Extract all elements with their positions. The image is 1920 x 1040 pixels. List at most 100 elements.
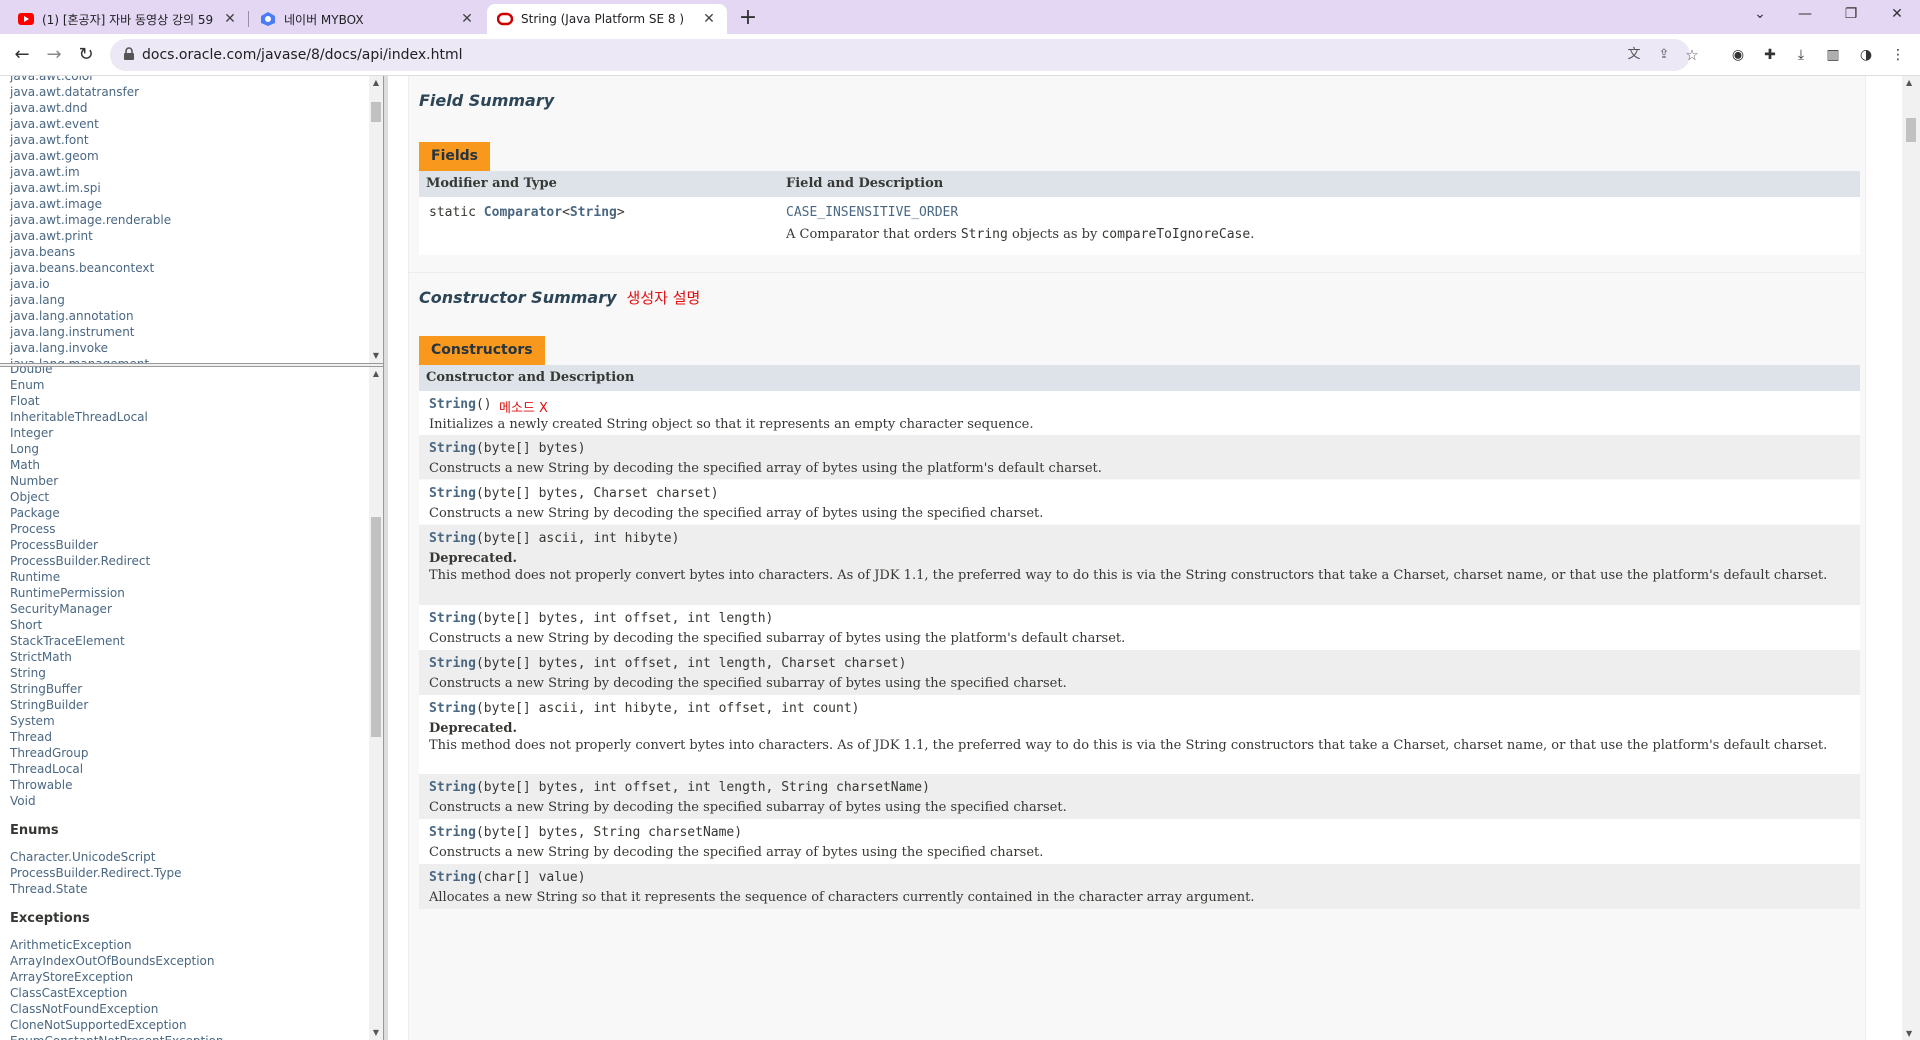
translate-icon[interactable]: 文 (1626, 47, 1642, 63)
exception-link[interactable]: ClassNotFoundException (10, 1001, 224, 1017)
exception-link[interactable]: ArithmeticException (10, 937, 224, 953)
enum-link[interactable]: Character.UnicodeScript (10, 849, 224, 865)
class-link[interactable]: Process (10, 521, 224, 537)
class-link[interactable]: Object (10, 489, 224, 505)
share-icon[interactable]: ⇪ (1656, 47, 1672, 63)
exception-link[interactable]: ArrayStoreException (10, 969, 224, 985)
constructor-link[interactable]: String (429, 870, 476, 885)
class-link[interactable]: InheritableThreadLocal (10, 409, 224, 425)
close-window-button[interactable]: ✕ (1882, 6, 1912, 22)
enum-link[interactable]: Thread.State (10, 881, 224, 897)
exception-link[interactable]: ArrayIndexOutOfBoundsException (10, 953, 224, 969)
tab-string-docs[interactable]: String (Java Platform SE 8 ) ✕ (487, 4, 727, 34)
case-insensitive-order-link[interactable]: CASE_INSENSITIVE_ORDER (786, 205, 958, 220)
package-link[interactable]: java.beans.beancontext (10, 260, 171, 276)
back-icon[interactable]: ← (10, 43, 34, 67)
class-link[interactable]: Thread (10, 729, 224, 745)
url-input[interactable] (142, 39, 1542, 71)
package-link[interactable]: java.lang (10, 292, 171, 308)
class-link[interactable]: Float (10, 393, 224, 409)
package-link[interactable]: java.awt.im (10, 164, 171, 180)
class-link[interactable]: Math (10, 457, 224, 473)
scroll-up-icon[interactable]: ▲ (1906, 78, 1912, 87)
close-tab-icon[interactable]: ✕ (222, 11, 238, 27)
reload-icon[interactable]: ↻ (74, 43, 98, 67)
class-link[interactable]: Integer (10, 425, 224, 441)
constructor-link[interactable]: String (429, 397, 476, 412)
tab-mybox[interactable]: 네이버 MYBOX ✕ (250, 4, 485, 34)
constructor-link[interactable]: String (429, 780, 476, 795)
package-link[interactable]: java.awt.dnd (10, 100, 171, 116)
download-icon[interactable]: ⤓ (1792, 46, 1810, 64)
class-scrollbar[interactable]: ▲ ▼ (369, 367, 383, 1040)
class-link[interactable]: Short (10, 617, 224, 633)
class-link[interactable]: ThreadLocal (10, 761, 224, 777)
scroll-down-icon[interactable]: ▼ (1906, 1029, 1912, 1038)
side-panel-icon[interactable]: ▥ (1824, 46, 1842, 64)
constructor-link[interactable]: String (429, 441, 476, 456)
minimize-button[interactable]: — (1790, 6, 1820, 22)
scroll-down-icon[interactable]: ▼ (369, 349, 383, 363)
package-link[interactable]: java.io (10, 276, 171, 292)
constructor-link[interactable]: String (429, 531, 476, 546)
forward-icon[interactable]: → (42, 43, 66, 67)
constructor-link[interactable]: String (429, 611, 476, 626)
package-link[interactable]: java.awt.image.renderable (10, 212, 171, 228)
package-link[interactable]: java.awt.im.spi (10, 180, 171, 196)
constructor-link[interactable]: String (429, 656, 476, 671)
class-link[interactable]: SecurityManager (10, 601, 224, 617)
class-link[interactable]: Enum (10, 377, 224, 393)
close-tab-icon[interactable]: ✕ (701, 11, 717, 27)
scroll-down-icon[interactable]: ▼ (369, 1026, 383, 1040)
exception-link[interactable]: CloneNotSupportedException (10, 1017, 224, 1033)
package-scrollbar[interactable]: ▲ ▼ (369, 76, 383, 363)
class-link[interactable]: ProcessBuilder (10, 537, 224, 553)
class-link[interactable]: Void (10, 793, 224, 809)
package-link[interactable]: java.awt.datatransfer (10, 84, 171, 100)
class-link[interactable]: StringBuilder (10, 697, 224, 713)
bookmark-star-icon[interactable]: ☆ (1684, 47, 1700, 63)
close-tab-icon[interactable]: ✕ (459, 11, 475, 27)
exception-link[interactable]: EnumConstantNotPresentException (10, 1033, 224, 1040)
class-link[interactable]: Throwable (10, 777, 224, 793)
class-link[interactable]: RuntimePermission (10, 585, 224, 601)
class-link[interactable]: Runtime (10, 569, 224, 585)
class-link[interactable]: String (10, 665, 224, 681)
class-link[interactable]: Long (10, 441, 224, 457)
package-link[interactable]: java.awt.image (10, 196, 171, 212)
package-link[interactable]: java.lang.invoke (10, 340, 171, 356)
tab-youtube[interactable]: (1) [혼공자] 자바 동영상 강의 59 ✕ (8, 4, 248, 34)
string-link[interactable]: String (570, 205, 617, 220)
package-link[interactable]: java.awt.color (10, 76, 171, 84)
maximize-button[interactable]: ❐ (1836, 6, 1866, 22)
main-scrollbar[interactable]: ▲ ▼ (1902, 76, 1920, 1040)
package-link[interactable]: java.awt.event (10, 116, 171, 132)
tab-search-icon[interactable]: ⌄ (1745, 6, 1775, 22)
class-link[interactable]: Double (10, 367, 224, 377)
class-link[interactable]: System (10, 713, 224, 729)
package-link[interactable]: java.awt.geom (10, 148, 171, 164)
class-link[interactable]: StackTraceElement (10, 633, 224, 649)
scroll-up-icon[interactable]: ▲ (369, 367, 383, 381)
enum-link[interactable]: ProcessBuilder.Redirect.Type (10, 865, 224, 881)
package-link[interactable]: java.beans (10, 244, 171, 260)
class-link[interactable]: ThreadGroup (10, 745, 224, 761)
package-link[interactable]: java.awt.print (10, 228, 171, 244)
camera-icon[interactable]: ◉ (1729, 46, 1747, 64)
exception-link[interactable]: ClassCastException (10, 985, 224, 1001)
package-link[interactable]: java.lang.instrument (10, 324, 171, 340)
constructor-link[interactable]: String (429, 825, 476, 840)
extensions-icon[interactable]: ✚ (1761, 46, 1779, 64)
class-link[interactable]: StrictMath (10, 649, 224, 665)
class-link[interactable]: ProcessBuilder.Redirect (10, 553, 224, 569)
new-tab-button[interactable]: + (737, 5, 759, 30)
package-link[interactable]: java.awt.font (10, 132, 171, 148)
package-link[interactable]: java.lang.management (10, 356, 171, 363)
menu-icon[interactable]: ⋮ (1889, 46, 1907, 64)
package-link[interactable]: java.lang.annotation (10, 308, 171, 324)
constructor-link[interactable]: String (429, 701, 476, 716)
scroll-up-icon[interactable]: ▲ (369, 76, 383, 90)
class-link[interactable]: Number (10, 473, 224, 489)
class-link[interactable]: Package (10, 505, 224, 521)
constructor-link[interactable]: String (429, 486, 476, 501)
